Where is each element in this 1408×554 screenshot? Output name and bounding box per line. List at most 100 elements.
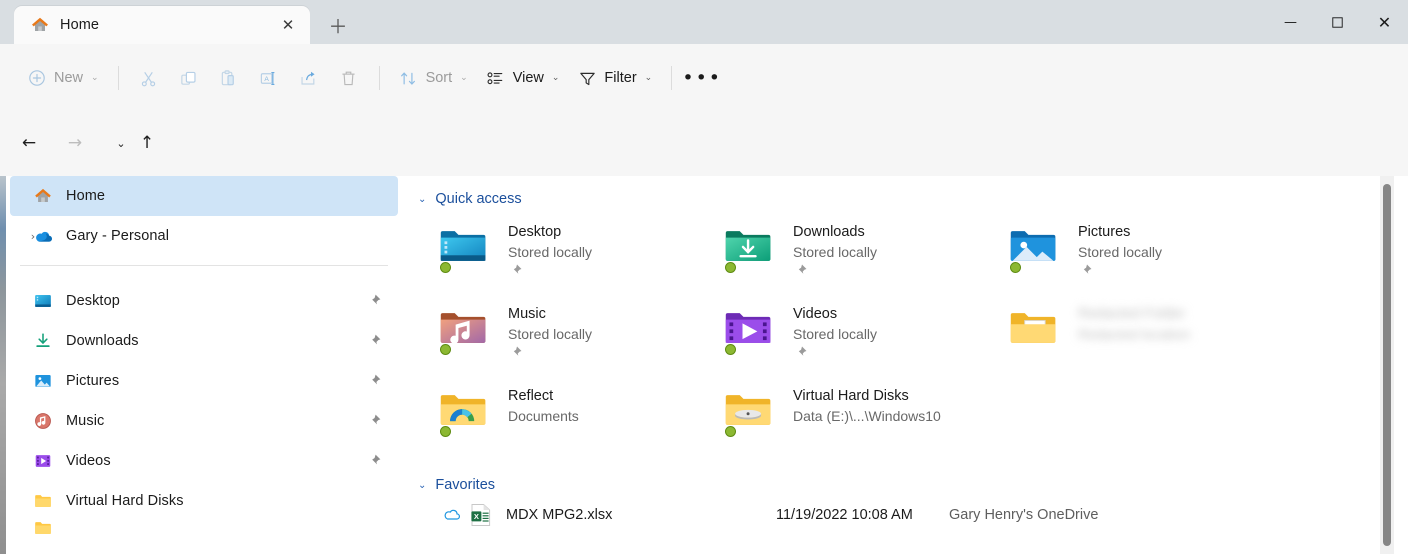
- sort-button[interactable]: Sort ⌄: [390, 60, 477, 96]
- tile-subtitle: Data (E:)\...\Windows10: [793, 408, 941, 424]
- window-close-icon[interactable]: ✕: [1361, 0, 1408, 44]
- sidebar-item-downloads[interactable]: Downloads: [10, 321, 398, 361]
- new-button-label: New: [54, 70, 84, 86]
- videos-folder-icon: [32, 450, 54, 472]
- sync-status-badge: [1010, 262, 1021, 273]
- back-button[interactable]: ←: [12, 126, 46, 160]
- tile-title: Reflect: [508, 388, 554, 404]
- sidebar-item-videos[interactable]: Videos: [10, 441, 398, 481]
- filter-icon: [577, 68, 597, 88]
- chevron-down-icon: ⌄: [644, 73, 653, 83]
- share-button[interactable]: [289, 60, 329, 96]
- file-explorer-window: Home ✕ ＋ — ✕ New ⌄ A Sort ⌄ View ⌄ Filte…: [0, 0, 1408, 554]
- quick-access-tile-desktop[interactable]: Desktop Stored locally: [438, 217, 723, 299]
- maximize-icon[interactable]: [1314, 0, 1361, 44]
- navigation-pane: Home › Gary - Personal Desktop Downloads…: [6, 176, 402, 554]
- sidebar-item-label: Downloads: [66, 333, 139, 349]
- tile-text: Music Stored locally: [508, 303, 592, 360]
- sync-status-badge: [725, 262, 736, 273]
- new-tab-button[interactable]: ＋: [318, 6, 358, 44]
- sidebar-item-gary-personal[interactable]: › Gary - Personal: [10, 216, 398, 256]
- sync-status-badge: [440, 426, 451, 437]
- filter-button[interactable]: Filter ⌄: [568, 60, 661, 96]
- tab-home[interactable]: Home ✕: [14, 6, 310, 44]
- scrollbar-thumb[interactable]: [1383, 184, 1391, 546]
- explorer-body: Home › Gary - Personal Desktop Downloads…: [0, 176, 1408, 554]
- minimize-icon[interactable]: —: [1267, 0, 1314, 44]
- rename-button[interactable]: A: [249, 60, 289, 96]
- quick-access-grid: Desktop Stored locally Downloads Stored …: [402, 207, 1394, 463]
- forward-button[interactable]: →: [58, 126, 92, 160]
- close-icon[interactable]: ✕: [274, 11, 302, 39]
- sidebar-item-partial[interactable]: [10, 521, 398, 535]
- pin-icon[interactable]: [793, 263, 808, 278]
- home-icon: [32, 185, 54, 207]
- navigation-bar: ← → ⌄ ↑ › Home › ⌄: [0, 112, 1408, 278]
- chevron-down-icon[interactable]: ⌄: [418, 480, 426, 491]
- favorites-label: Favorites: [435, 477, 496, 493]
- sidebar-item-music[interactable]: Music: [10, 401, 398, 441]
- quick-access-tile-virtual-hard-disks[interactable]: Virtual Hard Disks Data (E:)\...\Windows…: [723, 381, 1008, 463]
- pin-icon[interactable]: [793, 345, 808, 360]
- sidebar-item-virtual-hard-disks[interactable]: Virtual Hard Disks: [10, 481, 398, 521]
- videos-folder-icon: [723, 303, 779, 355]
- sidebar-item-pictures[interactable]: Pictures: [10, 361, 398, 401]
- sync-status-badge: [725, 426, 736, 437]
- pin-icon[interactable]: [366, 333, 382, 349]
- sidebar-item-home[interactable]: Home: [10, 176, 398, 216]
- quick-access-tile-downloads[interactable]: Downloads Stored locally: [723, 217, 1008, 299]
- pin-icon[interactable]: [366, 413, 382, 429]
- quick-access-tile-reflect[interactable]: Reflect Documents: [438, 381, 723, 463]
- reflect-folder-icon: [438, 385, 494, 437]
- share-icon: [299, 68, 319, 88]
- delete-button[interactable]: [329, 60, 369, 96]
- chevron-right-icon[interactable]: ›: [24, 230, 42, 243]
- tile-text: Videos Stored locally: [793, 303, 877, 360]
- pin-icon[interactable]: [1078, 263, 1093, 278]
- pictures-folder-icon: [32, 370, 54, 392]
- new-button[interactable]: New ⌄: [18, 60, 108, 96]
- tile-title: Pictures: [1078, 224, 1131, 240]
- quick-access-tile-music[interactable]: Music Stored locally: [438, 299, 723, 381]
- quick-access-header[interactable]: ⌄ Quick access: [402, 176, 1394, 207]
- paste-button[interactable]: [209, 60, 249, 96]
- pictures-folder-icon: [1008, 221, 1064, 273]
- quick-access-tile-redacted[interactable]: Redacted Folder Redacted location: [1008, 299, 1293, 381]
- pin-icon[interactable]: [366, 293, 382, 309]
- more-options-button[interactable]: •••: [682, 60, 722, 96]
- sidebar-item-desktop[interactable]: Desktop: [10, 281, 398, 321]
- quick-access-tile-videos[interactable]: Videos Stored locally: [723, 299, 1008, 381]
- music-folder-icon: [438, 303, 494, 355]
- home-icon: [30, 15, 50, 35]
- folder-icon: [32, 490, 54, 512]
- tile-text: Reflect Documents: [508, 385, 579, 424]
- pin-icon[interactable]: [366, 453, 382, 469]
- scissors-icon: [139, 68, 159, 88]
- up-button[interactable]: ↑: [130, 126, 164, 160]
- content-pane: ⌄ Quick access Desktop Stored locally Do…: [402, 176, 1394, 554]
- view-button[interactable]: View ⌄: [477, 60, 569, 96]
- folder-icon: [32, 521, 54, 535]
- pin-icon[interactable]: [508, 263, 523, 278]
- cut-button[interactable]: [129, 60, 169, 96]
- excel-file-icon: X: [470, 503, 492, 527]
- tile-title: Redacted Folder: [1078, 306, 1186, 322]
- sidebar-item-label: Videos: [66, 453, 111, 469]
- quick-access-tile-pictures[interactable]: Pictures Stored locally: [1008, 217, 1293, 299]
- sort-label: Sort: [425, 70, 453, 86]
- pin-icon[interactable]: [508, 345, 523, 360]
- tile-subtitle: Stored locally: [1078, 244, 1163, 260]
- downloads-icon: [32, 330, 54, 352]
- tile-subtitle: Stored locally: [508, 326, 593, 342]
- tile-title: Downloads: [793, 224, 865, 240]
- trash-icon: [339, 68, 359, 88]
- content-scrollbar[interactable]: [1380, 176, 1394, 554]
- svg-text:X: X: [474, 512, 479, 521]
- sidebar-item-label: Gary - Personal: [66, 228, 170, 244]
- favorites-row[interactable]: X MDX MPG2.xlsx 11/19/2022 10:08 AM Gary…: [402, 493, 1394, 527]
- chevron-down-icon[interactable]: ⌄: [418, 194, 426, 205]
- toolbar-divider: [117, 66, 119, 90]
- copy-button[interactable]: [169, 60, 209, 96]
- pin-icon[interactable]: [366, 373, 382, 389]
- favorites-header[interactable]: ⌄ Favorites: [402, 463, 1394, 493]
